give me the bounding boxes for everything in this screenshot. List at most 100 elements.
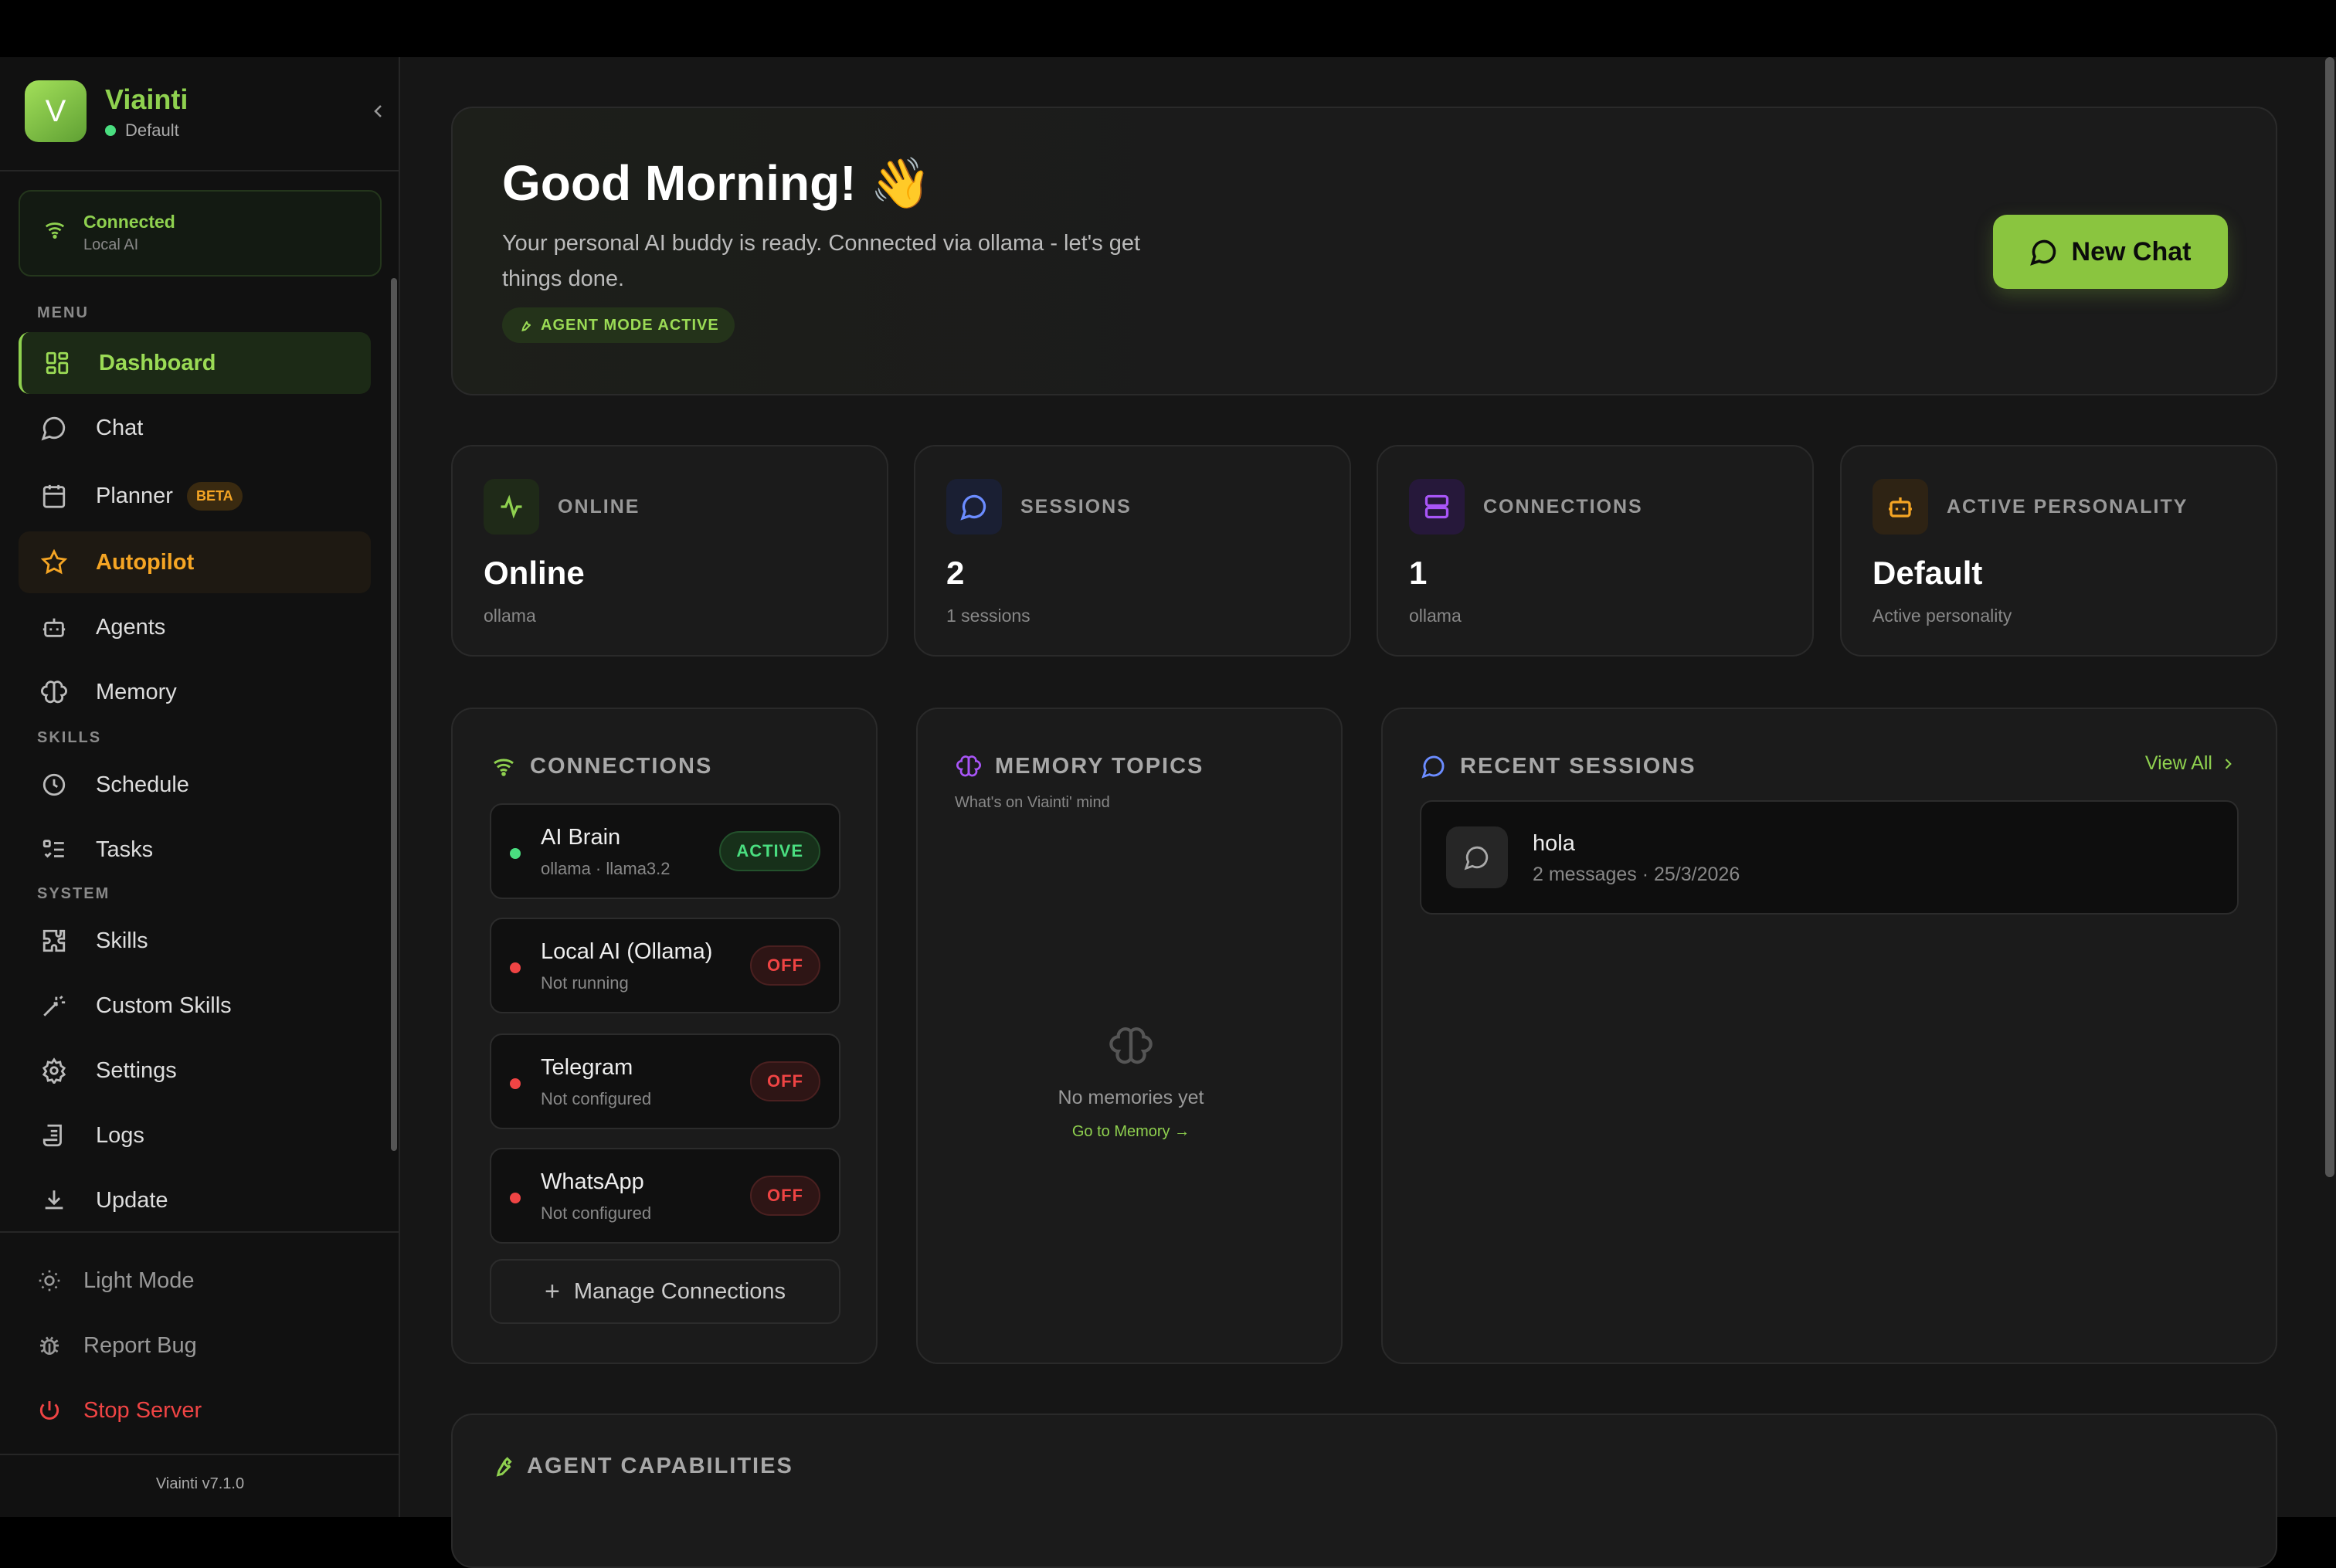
stat-value: 2 [946, 555, 965, 591]
stat-label: ONLINE [558, 496, 640, 518]
stop-server-button[interactable]: Stop Server [34, 1387, 202, 1434]
section-label-system: SYSTEM [37, 885, 110, 902]
connection-detail: Not configured [541, 1089, 652, 1108]
connection-status-card: Connected Local AI [19, 190, 382, 277]
memory-panel-title: MEMORY TOPICS [995, 753, 1204, 779]
sidebar-item-agents[interactable]: Agents [19, 596, 371, 658]
stat-subtitle: ollama [484, 606, 536, 626]
capabilities-header: AGENT CAPABILITIES [490, 1454, 793, 1479]
report-bug-button[interactable]: Report Bug [34, 1322, 197, 1369]
welcome-hero: Good Morning! 👋 Your personal AI buddy i… [451, 107, 2277, 395]
sidebar-item-label: Logs [96, 1122, 144, 1148]
sidebar-scrollbar[interactable] [391, 278, 397, 1151]
agent-capabilities-panel: AGENT CAPABILITIES [451, 1414, 2277, 1568]
stop-server-label: Stop Server [83, 1397, 202, 1423]
sidebar-item-label: Schedule [96, 772, 189, 797]
brain-icon [955, 752, 983, 780]
connection-status-badge: OFF [750, 1176, 820, 1216]
greeting-description: Your personal AI buddy is ready. Connect… [502, 231, 1141, 291]
sidebar-item-autopilot[interactable]: Autopilot [19, 531, 371, 593]
server-icon [1409, 479, 1465, 535]
connection-detail: ollama · llama3.2 [541, 859, 671, 878]
sidebar-item-dashboard[interactable]: Dashboard [19, 332, 371, 394]
dashboard-icon [42, 348, 73, 378]
connection-row[interactable]: Local AI (Ollama) Not running OFF [490, 918, 840, 1013]
connection-row[interactable]: Telegram Not configured OFF [490, 1033, 840, 1129]
connection-name: AI Brain [541, 825, 621, 850]
stat-subtitle: Active personality [1873, 606, 2012, 626]
stat-card-connections: CONNECTIONS 1 ollama [1377, 445, 1814, 657]
sidebar-item-label: Tasks [96, 837, 154, 862]
new-chat-button[interactable]: New Chat [1993, 215, 2228, 289]
manage-connections-button[interactable]: + Manage Connections [490, 1259, 840, 1324]
sidebar-item-custom-skills[interactable]: Custom Skills [19, 975, 371, 1037]
sidebar-item-label: Custom Skills [96, 993, 232, 1018]
main-scrollbar[interactable] [2325, 57, 2334, 1177]
sidebar-item-memory[interactable]: Memory [19, 661, 371, 723]
recent-sessions-panel: RECENT SESSIONS View All hola 2 messages… [1381, 708, 2277, 1364]
wrench-icon [521, 321, 531, 332]
chat-bubble-icon [2029, 239, 2056, 266]
connection-detail: Not running [541, 973, 629, 993]
sidebar-item-label: Settings [96, 1057, 177, 1083]
status-dot-icon [510, 1078, 521, 1089]
go-to-memory-link[interactable]: Go to Memory → [918, 1123, 1344, 1141]
chevron-right-icon [2225, 758, 2232, 769]
brand-header: V Viainti Default [25, 80, 388, 142]
sidebar-item-logs[interactable]: Logs [19, 1105, 371, 1166]
new-chat-label: New Chat [2071, 236, 2192, 266]
sidebar-divider [0, 1454, 400, 1455]
stat-value: Online [484, 555, 585, 591]
sidebar-divider [0, 1231, 400, 1233]
sidebar-item-label: Chat [96, 415, 144, 440]
plus-icon: + [545, 1276, 560, 1306]
stat-subtitle: ollama [1409, 606, 1462, 626]
activity-icon [484, 479, 539, 535]
greeting-title: Good Morning! 👋 [502, 155, 932, 211]
connection-name: Local AI (Ollama) [541, 939, 713, 964]
logs-icon [39, 1120, 70, 1151]
session-row[interactable]: hola 2 messages · 25/3/2026 [1420, 800, 2239, 915]
main-content: Good Morning! 👋 Your personal AI buddy i… [402, 57, 2336, 1568]
sidebar-item-settings[interactable]: Settings [19, 1040, 371, 1101]
connection-status-subtitle: Local AI [83, 236, 139, 253]
wifi-icon [43, 218, 74, 249]
sidebar-item-chat[interactable]: Chat [19, 397, 371, 459]
light-mode-label: Light Mode [83, 1268, 195, 1293]
connections-panel-title: CONNECTIONS [530, 753, 713, 779]
calendar-icon [39, 480, 70, 511]
sidebar-item-update[interactable]: Update [19, 1169, 371, 1231]
app-window: V Viainti Default Connected Local AI MEN… [0, 57, 2336, 1568]
collapse-sidebar-button[interactable] [363, 96, 394, 127]
agent-mode-label: AGENT MODE ACTIVE [541, 316, 719, 334]
status-dot-icon [510, 1193, 521, 1203]
memory-empty-text: No memories yet [1058, 1087, 1204, 1108]
window-top-bar [0, 0, 2336, 57]
brand-name: Viainti [105, 83, 188, 115]
stat-value: Default [1873, 555, 1983, 591]
robot-icon [1873, 479, 1928, 535]
connection-row[interactable]: AI Brain ollama · llama3.2 ACTIVE [490, 803, 840, 899]
sidebar-item-skills[interactable]: Skills [19, 910, 371, 972]
section-label-skills: SKILLS [37, 729, 102, 746]
sidebar-item-planner[interactable]: Planner BETA [19, 465, 371, 527]
light-mode-button[interactable]: Light Mode [34, 1257, 195, 1304]
sidebar-item-tasks[interactable]: Tasks [19, 819, 371, 881]
sessions-panel-header: RECENT SESSIONS [1420, 752, 1696, 780]
report-bug-label: Report Bug [83, 1332, 197, 1358]
brand-logo: V [25, 80, 87, 142]
memory-topics-panel: MEMORY TOPICS What's on Viainti' mind No… [916, 708, 1343, 1364]
session-name: hola [1533, 831, 1575, 856]
chat-bubble-icon [1446, 826, 1508, 888]
task-list-icon [39, 834, 70, 865]
view-all-link[interactable]: View All [2145, 752, 2236, 775]
connection-row[interactable]: WhatsApp Not configured OFF [490, 1148, 840, 1244]
capabilities-title: AGENT CAPABILITIES [527, 1454, 793, 1478]
bug-icon [34, 1330, 65, 1361]
sidebar-item-schedule[interactable]: Schedule [19, 754, 371, 816]
beta-badge: BETA [186, 481, 243, 511]
connection-status-title: Connected [83, 212, 175, 232]
connection-status-badge: OFF [750, 945, 820, 986]
sidebar-item-label: Update [96, 1187, 168, 1213]
sidebar-item-label: Memory [96, 679, 177, 704]
